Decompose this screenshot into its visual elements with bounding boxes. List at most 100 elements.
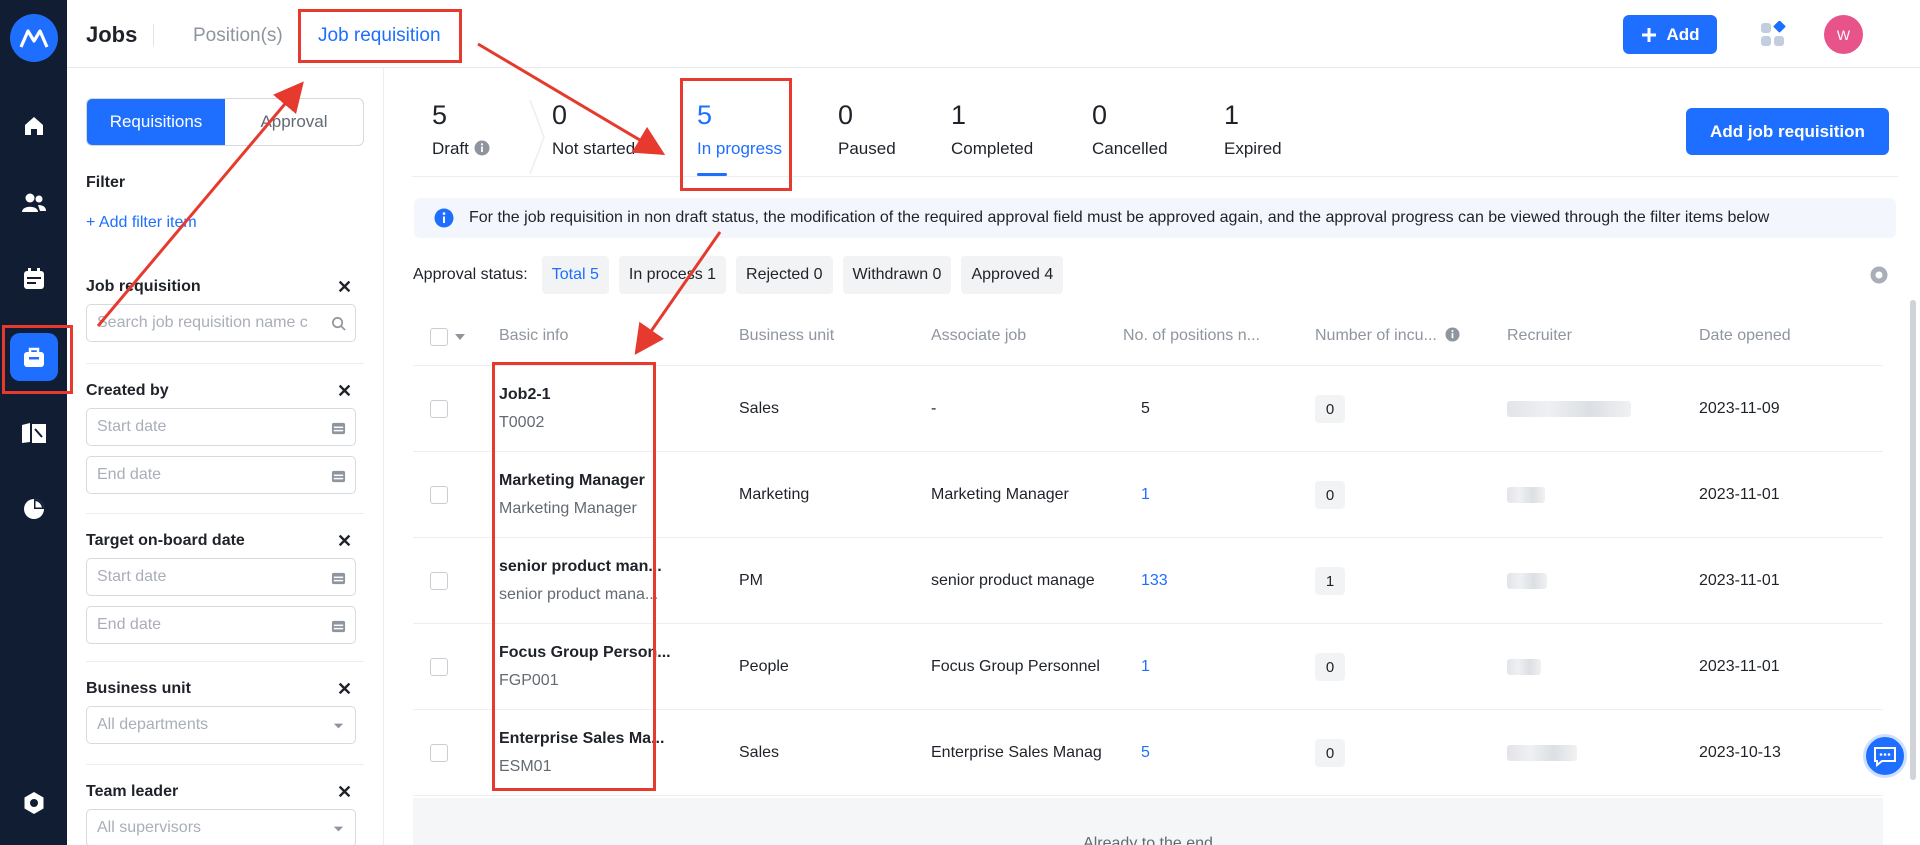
- select-all-checkbox[interactable]: [430, 328, 448, 346]
- recruiter-redacted: [1507, 573, 1547, 589]
- approval-chip-withdrawn[interactable]: Withdrawn 0: [842, 256, 952, 294]
- calendar-small-icon: [331, 470, 346, 483]
- people-icon[interactable]: [21, 190, 47, 216]
- row-positions-link[interactable]: 1: [1141, 486, 1150, 504]
- annotation-box-job-requisition-tab: [298, 9, 462, 63]
- start-date-placeholder: Start date: [97, 568, 167, 585]
- filter-divider: [86, 513, 364, 514]
- column-basic-info[interactable]: Basic info: [499, 327, 568, 345]
- chevron-down-icon: [333, 826, 344, 832]
- stats-divider: [412, 176, 1898, 177]
- calendar-icon[interactable]: [21, 266, 47, 292]
- stat-number: 0: [1092, 100, 1108, 130]
- approval-chip-total[interactable]: Total 5: [541, 256, 609, 294]
- created-start-date-input[interactable]: Start date: [86, 408, 356, 446]
- clear-business-unit-icon[interactable]: ✕: [337, 679, 352, 700]
- column-associate-job[interactable]: Associate job: [931, 327, 1026, 345]
- stat-paused[interactable]: 0 Paused: [838, 100, 896, 159]
- row-positions-link[interactable]: 133: [1141, 572, 1168, 590]
- row-date-opened: 2023-11-01: [1699, 572, 1780, 589]
- column-incumbents[interactable]: Number of incu...: [1315, 327, 1460, 345]
- pie-chart-icon[interactable]: [21, 496, 47, 522]
- info-icon[interactable]: [1445, 327, 1460, 342]
- filter-label-business-unit: Business unit: [86, 680, 191, 697]
- clear-team-leader-icon[interactable]: ✕: [337, 782, 352, 803]
- settings-icon[interactable]: [21, 790, 47, 816]
- chat-icon: [1874, 747, 1896, 767]
- row-incumbents-badge: 0: [1315, 395, 1345, 423]
- row-checkbox[interactable]: [430, 572, 448, 590]
- row-checkbox[interactable]: [430, 658, 448, 676]
- annotation-box-basic-info: [492, 362, 656, 791]
- stat-number: 0: [552, 100, 568, 130]
- row-checkbox[interactable]: [430, 486, 448, 504]
- filter-title: Filter: [86, 174, 126, 191]
- column-date-opened[interactable]: Date opened: [1699, 327, 1791, 345]
- job-requisition-search-input[interactable]: Search job requisition name c: [86, 304, 356, 342]
- row-incumbents-badge: 0: [1315, 739, 1345, 767]
- search-icon: [332, 317, 346, 331]
- tab-positions[interactable]: Position(s): [193, 25, 283, 47]
- row-date-opened: 2023-11-01: [1699, 486, 1780, 503]
- row-business-unit: Marketing: [739, 486, 810, 503]
- filter-divider: [86, 363, 364, 364]
- chat-support-button[interactable]: [1863, 734, 1907, 778]
- onboard-start-date-input[interactable]: Start date: [86, 558, 356, 596]
- stat-draft[interactable]: 5 Draft: [432, 100, 490, 159]
- approval-chip-rejected[interactable]: Rejected 0: [736, 256, 833, 294]
- header-divider: [153, 24, 154, 46]
- filter-divider: [86, 661, 364, 662]
- filter-label-job-requisition: Job requisition: [86, 278, 201, 295]
- filter-label-team-leader: Team leader: [86, 783, 179, 800]
- main-scrollbar[interactable]: [1910, 300, 1916, 780]
- team-leader-placeholder: All supervisors: [97, 819, 202, 836]
- add-job-requisition-button[interactable]: Add job requisition: [1686, 108, 1889, 155]
- recruiter-redacted: [1507, 401, 1631, 417]
- stat-separator: [529, 99, 545, 175]
- add-filter-item-link[interactable]: + Add filter item: [86, 214, 197, 232]
- table-end-text: Already to the end: [1083, 835, 1213, 845]
- business-unit-select[interactable]: All departments: [86, 706, 356, 744]
- stat-label: Draft: [432, 139, 469, 158]
- avatar[interactable]: W: [1824, 15, 1863, 54]
- segment-approval[interactable]: Approval: [225, 99, 363, 145]
- column-positions[interactable]: No. of positions n...: [1123, 327, 1260, 345]
- row-checkbox[interactable]: [430, 744, 448, 762]
- created-end-date-input[interactable]: End date: [86, 456, 356, 494]
- stat-expired[interactable]: 1 Expired: [1224, 100, 1282, 159]
- row-positions-link[interactable]: 1: [1141, 658, 1150, 676]
- stat-number: 1: [1224, 100, 1240, 130]
- stat-cancelled[interactable]: 0 Cancelled: [1092, 100, 1168, 159]
- segment-requisitions[interactable]: Requisitions: [87, 99, 225, 145]
- column-settings-icon[interactable]: [1870, 266, 1888, 284]
- search-placeholder: Search job requisition name c: [97, 314, 308, 331]
- apps-icon[interactable]: [1760, 20, 1788, 49]
- column-recruiter[interactable]: Recruiter: [1507, 327, 1572, 345]
- row-date-opened: 2023-11-09: [1699, 400, 1780, 417]
- calendar-small-icon: [331, 572, 346, 585]
- view-segmented-control: Requisitions Approval: [86, 98, 364, 146]
- row-date-opened: 2023-10-13: [1699, 744, 1781, 761]
- stat-label: Expired: [1224, 139, 1282, 158]
- app-logo[interactable]: [10, 14, 58, 62]
- row-positions-link[interactable]: 5: [1141, 744, 1150, 762]
- team-leader-select[interactable]: All supervisors: [86, 809, 356, 845]
- onboard-end-date-input[interactable]: End date: [86, 606, 356, 644]
- stat-not-started[interactable]: 0 Not started: [552, 100, 635, 159]
- start-date-placeholder: Start date: [97, 418, 167, 435]
- approval-notice: For the job requisition in non draft sta…: [414, 198, 1896, 238]
- stat-completed[interactable]: 1 Completed: [951, 100, 1033, 159]
- add-button[interactable]: Add: [1623, 15, 1717, 54]
- row-associate-job: Focus Group Personnel: [931, 658, 1100, 675]
- column-business-unit[interactable]: Business unit: [739, 327, 834, 345]
- approval-chip-in-process[interactable]: In process 1: [618, 256, 727, 294]
- row-checkbox[interactable]: [430, 400, 448, 418]
- clear-created-by-icon[interactable]: ✕: [337, 381, 352, 402]
- home-icon[interactable]: [21, 113, 47, 139]
- book-icon[interactable]: [21, 420, 47, 446]
- info-icon[interactable]: [474, 140, 490, 156]
- clear-target-onboard-icon[interactable]: ✕: [337, 531, 352, 552]
- clear-job-requisition-icon[interactable]: ✕: [337, 277, 352, 298]
- chevron-down-icon[interactable]: [455, 334, 465, 340]
- approval-chip-approved[interactable]: Approved 4: [961, 256, 1064, 294]
